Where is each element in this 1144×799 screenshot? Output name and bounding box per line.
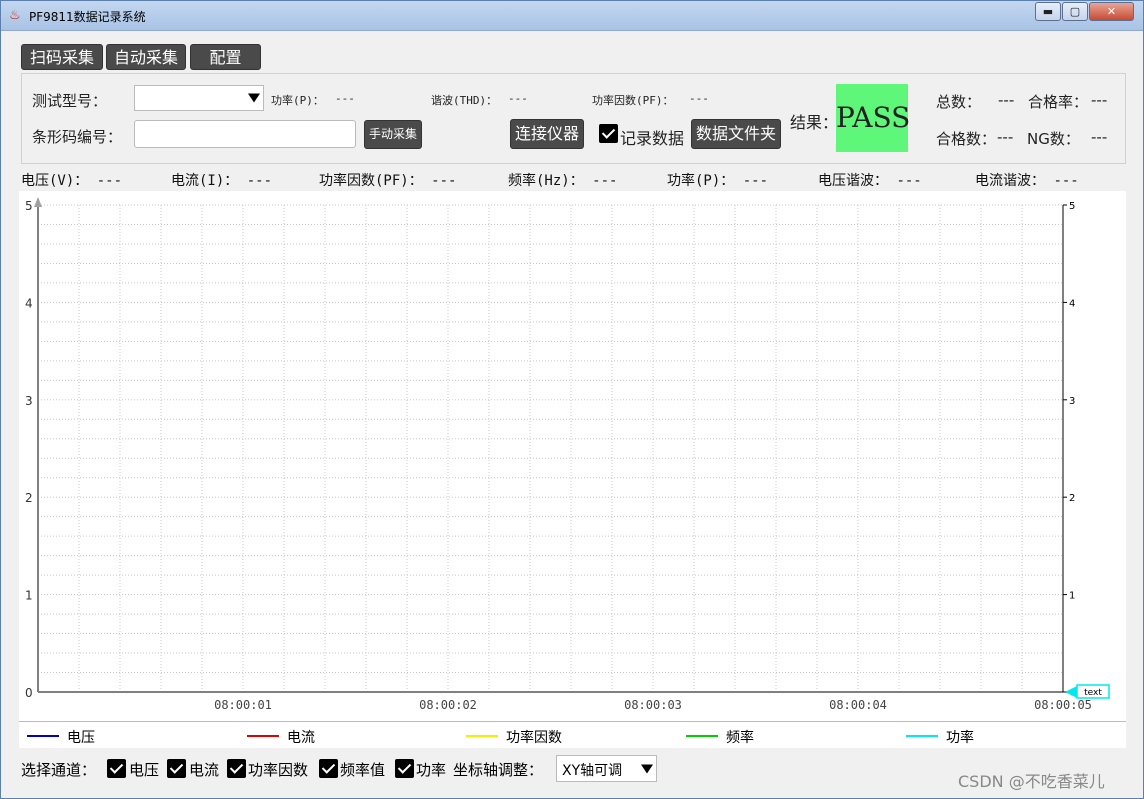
y2-tick-label: 2	[1069, 493, 1075, 504]
chart-legend: 电压 电流 功率因数 频率 功率	[19, 721, 1126, 748]
chevron-down-icon	[641, 764, 653, 773]
chart-svg: 0 1 2 3 4 5 1 2 3 4 5 08:00:01 08:00:02 08:00:03 08:00…	[25, 197, 1110, 712]
channel-frequency-checkbox[interactable]	[319, 759, 338, 778]
y-tick-label: 5	[25, 199, 33, 213]
tab-config[interactable]: 配置	[190, 44, 261, 70]
y-tick-label: 3	[25, 394, 33, 408]
channel-current-checkbox[interactable]	[167, 759, 186, 778]
total-label: 总数：	[936, 93, 982, 111]
power-readout: 功率(P)： ---	[667, 173, 769, 189]
axis-adjust-value: XY轴可调	[562, 763, 623, 779]
axis-adjust-select[interactable]: XY轴可调	[556, 755, 657, 782]
power-label: 功率(P)：	[271, 94, 324, 107]
thd-label: 谐波(THD)：	[431, 94, 498, 107]
axis-adjust-label: 坐标轴调整：	[453, 761, 544, 779]
pass-rate-value: ---	[1091, 91, 1108, 109]
channel-power-label: 功率	[416, 761, 447, 779]
result-label: 结果：	[790, 113, 839, 132]
thd-value: ---	[508, 92, 528, 105]
app-icon: ♨	[9, 8, 21, 23]
tab-scan-collect[interactable]: 扫码采集	[21, 44, 103, 70]
y2-tick-label: 5	[1069, 201, 1075, 212]
x-tick-label: 08:00:01	[214, 698, 272, 712]
legend-current: 电流	[287, 730, 315, 746]
pass-rate-label: 合格率：	[1028, 93, 1089, 111]
current-harmonic-readout: 电流谐波： ---	[975, 173, 1079, 189]
y-tick-label: 1	[25, 589, 33, 603]
legend-swatch-voltage	[27, 735, 59, 737]
barcode-input[interactable]	[134, 120, 356, 148]
ng-count-label: NG数：	[1027, 130, 1080, 148]
manual-collect-button[interactable]: 手动采集	[364, 120, 422, 149]
total-value: ---	[998, 91, 1015, 109]
marker-label: text	[1084, 688, 1102, 698]
voltage-readout: 电压(V)： ---	[21, 173, 123, 189]
minimize-button[interactable]: ▬	[1035, 2, 1061, 21]
title-bar[interactable]: ♨ PF9811数据记录系统 ▬ ▢ ✕	[1, 1, 1143, 31]
record-data-label: 记录数据	[620, 129, 685, 148]
pass-count-value: ---	[997, 128, 1014, 146]
x-tick-label: 08:00:04	[829, 698, 887, 712]
frequency-readout: 频率(Hz)： ---	[508, 173, 618, 189]
barcode-label: 条形码编号：	[32, 128, 123, 146]
model-select[interactable]	[134, 85, 264, 111]
record-data-checkbox[interactable]	[599, 124, 618, 143]
channel-voltage-checkbox[interactable]	[107, 759, 126, 778]
legend-swatch-power-factor	[466, 735, 498, 737]
data-folder-button[interactable]: 数据文件夹	[691, 119, 781, 149]
legend-power-factor: 功率因数	[506, 730, 562, 746]
pf-value: ---	[689, 92, 709, 105]
model-label: 测试型号：	[32, 92, 108, 110]
legend-power: 功率	[946, 730, 974, 746]
chevron-down-icon	[248, 93, 260, 103]
watermark: CSDN @不吃香菜儿	[958, 772, 1105, 791]
x-tick-label: 08:00:02	[419, 698, 477, 712]
tab-auto-collect[interactable]: 自动采集	[106, 44, 186, 70]
legend-swatch-power	[906, 735, 938, 737]
channel-power-factor-label: 功率因数	[248, 761, 309, 779]
pf-label: 功率因数(PF)：	[592, 94, 674, 107]
legend-voltage: 电压	[67, 730, 95, 746]
result-badge: PASS	[836, 84, 910, 152]
legend-swatch-frequency	[686, 735, 718, 737]
ng-count-value: ---	[1091, 128, 1108, 146]
y-tick-label: 4	[25, 296, 33, 310]
channel-frequency-label: 频率值	[340, 761, 386, 779]
y2-tick-label: 4	[1069, 298, 1075, 309]
maximize-button[interactable]: ▢	[1062, 2, 1088, 21]
y-tick-label: 2	[25, 491, 33, 505]
power-factor-readout: 功率因数(PF)： ---	[319, 173, 457, 189]
legend-frequency: 频率	[726, 730, 754, 746]
channel-select-label: 选择通道：	[21, 761, 97, 779]
current-readout: 电流(I)： ---	[171, 173, 273, 189]
marker-arrow-icon	[1065, 686, 1077, 698]
close-button[interactable]: ✕	[1089, 2, 1134, 21]
voltage-harmonic-readout: 电压谐波： ---	[818, 173, 922, 189]
chart-area[interactable]: 0 1 2 3 4 5 1 2 3 4 5 08:00:01 08:00:02 08:00:03 08:00…	[19, 191, 1126, 721]
legend-swatch-current	[247, 735, 279, 737]
y-tick-label: 0	[25, 686, 33, 700]
channel-current-label: 电流	[189, 761, 220, 779]
connect-instrument-button[interactable]: 连接仪器	[510, 119, 584, 149]
pass-count-label: 合格数：	[936, 130, 997, 148]
channel-power-checkbox[interactable]	[395, 759, 414, 778]
y-axis-arrow-icon	[34, 197, 42, 207]
power-value: ---	[335, 92, 355, 105]
x-tick-label: 08:00:03	[624, 698, 682, 712]
window-title: PF9811数据记录系统	[29, 10, 146, 24]
channel-voltage-label: 电压	[129, 761, 160, 779]
app-window: ♨ PF9811数据记录系统 ▬ ▢ ✕ 扫码采集 自动采集 配置 测试型号： …	[0, 0, 1144, 799]
y2-tick-label: 3	[1069, 396, 1075, 407]
channel-power-factor-checkbox[interactable]	[227, 759, 246, 778]
x-tick-label: 08:00:05	[1034, 698, 1092, 712]
y2-tick-label: 1	[1069, 591, 1075, 602]
